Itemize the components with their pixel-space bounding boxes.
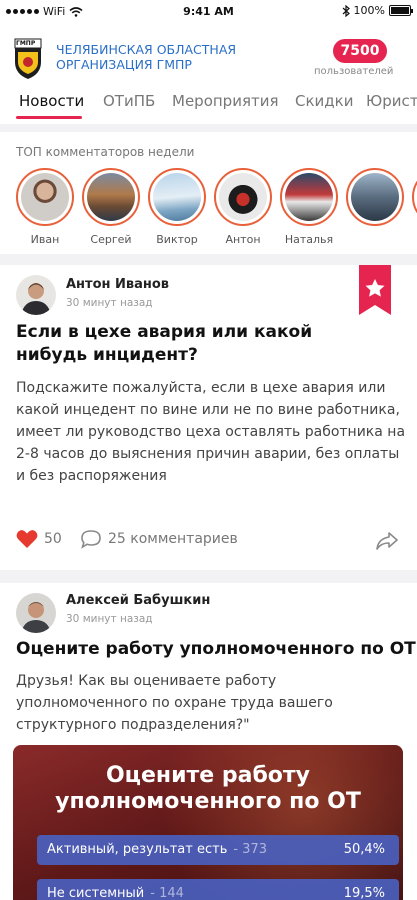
tab-discounts[interactable]: Скидки [295, 92, 353, 110]
commenter-avatar [153, 173, 201, 221]
post-title[interactable]: Если в цехе авария или какой нибудь инци… [16, 321, 376, 367]
app-header: ГМПР ЧЕЛЯБИНСКАЯ ОБЛАСТНАЯ ОРГАНИЗАЦИЯ Г… [0, 24, 417, 124]
heart-icon [16, 530, 38, 548]
commenter-avatar [21, 173, 69, 221]
bookmark-icon[interactable] [359, 265, 391, 315]
commenter-ivan[interactable]: Иван [16, 168, 74, 246]
commenter-avatar [219, 173, 267, 221]
like-button[interactable]: 50 [16, 529, 62, 549]
status-bar: WiFi 9:41 AM 100% [0, 0, 417, 24]
poll-option-count: - 373 [233, 842, 267, 857]
poll-option-percent: 19,5% [343, 886, 385, 900]
poll-title: Оцените работу уполномоченного по ОТ [55, 763, 361, 814]
author-avatar[interactable] [16, 275, 56, 315]
post-card[interactable]: Алексей Бабушкин 30 минут назад Оцените … [0, 583, 417, 900]
battery-percent: 100% [353, 4, 385, 17]
poll-option[interactable]: Активный, результат есть - 373 50,4% [37, 835, 399, 865]
poll-card: Оцените работу уполномоченного по ОТ Акт… [13, 745, 403, 900]
commenter-7[interactable] [412, 168, 417, 226]
share-icon[interactable] [375, 531, 399, 551]
author-avatar[interactable] [16, 593, 56, 633]
tab-lawyer[interactable]: Юрист [366, 92, 417, 110]
commenter-anton[interactable]: Антон [214, 168, 272, 246]
logo-text: ГМПР [16, 40, 36, 47]
commenter-natalya[interactable]: Наталья [280, 168, 338, 246]
poll-option[interactable]: Не системный - 144 19,5% [37, 879, 399, 900]
commenter-6[interactable] [346, 168, 404, 233]
post-time: 30 минут назад [66, 297, 153, 309]
commenter-avatar [285, 173, 333, 221]
tab-safety[interactable]: ОТиПБ [103, 92, 155, 110]
author-name[interactable]: Антон Иванов [66, 277, 169, 292]
poll-option-label: Не системный [47, 886, 145, 900]
comments-count: 25 комментариев [108, 531, 238, 547]
comment-icon [81, 530, 101, 549]
poll-option-count: - 144 [150, 886, 184, 900]
users-label: пользователей [314, 66, 394, 77]
author-name[interactable]: Алексей Бабушкин [66, 593, 210, 608]
comments-button[interactable]: 25 комментариев [80, 529, 238, 549]
commenter-avatar [87, 173, 135, 221]
top-commenters-section: ТОП комментаторов недели Иван Сергей Вик… [0, 132, 417, 254]
post-title[interactable]: Оцените работу уполномоченного по ОТ [16, 638, 416, 661]
commenter-avatar [351, 173, 399, 221]
tab-events[interactable]: Мероприятия [172, 92, 278, 110]
bluetooth-icon [342, 4, 350, 17]
commenter-viktor[interactable]: Виктор [148, 168, 206, 246]
org-name: ЧЕЛЯБИНСКАЯ ОБЛАСТНАЯ ОРГАНИЗАЦИЯ ГМПР [56, 42, 237, 72]
tab-news[interactable]: Новости [19, 92, 84, 110]
users-count-badge[interactable]: 7500 [333, 39, 387, 63]
post-body: Подскажите пожалуйста, если в цехе авари… [16, 380, 406, 484]
poll-option-label: Активный, результат есть [47, 842, 228, 857]
top-commenters-title: ТОП комментаторов недели [16, 145, 195, 159]
post-time: 30 минут назад [66, 613, 153, 625]
commenter-sergey[interactable]: Сергей [82, 168, 140, 246]
poll-option-percent: 50,4% [343, 842, 385, 857]
post-card[interactable]: Антон Иванов 30 минут назад Если в цехе … [0, 265, 417, 570]
active-tab-indicator [16, 116, 82, 119]
post-body: Друзья! Как вы оцениваете работу уполном… [16, 673, 333, 733]
battery-icon [389, 5, 413, 16]
likes-count: 50 [44, 531, 62, 547]
